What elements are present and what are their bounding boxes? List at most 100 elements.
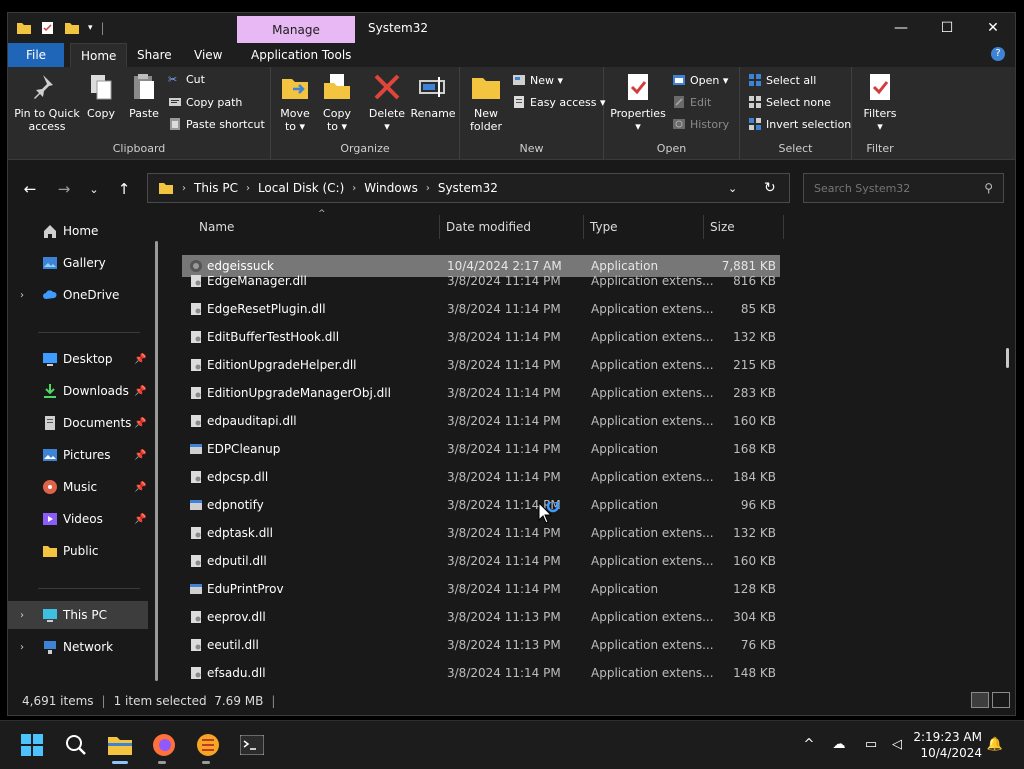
address-dropdown-icon[interactable]: ⌄ — [728, 182, 737, 195]
expand-chevron-icon[interactable]: › — [20, 610, 24, 621]
file-row[interactable]: EduPrintProv 3/8/2024 11:14 PM Application… — [182, 575, 780, 603]
file-row[interactable]: EditBufferTestHook.dll 3/8/2024 11:14 PM A… — [182, 323, 780, 351]
browser-icon[interactable] — [194, 731, 222, 759]
breadcrumb-windows[interactable]: Windows — [364, 181, 418, 195]
sidebar-item-network[interactable]: › Network — [8, 633, 148, 661]
move-to-button[interactable]: Move to ▾ — [277, 71, 313, 133]
sidebar-scrollbar[interactable] — [155, 241, 158, 681]
edit-button[interactable]: Edit — [672, 95, 711, 109]
column-header-date[interactable]: Date modified — [440, 215, 584, 239]
tab-view[interactable]: View — [184, 43, 232, 67]
sidebar-item-gallery[interactable]: Gallery — [8, 249, 148, 277]
properties-icon[interactable] — [40, 21, 56, 35]
minimize-button[interactable]: — — [878, 13, 924, 43]
file-row[interactable]: EDPCleanup 3/8/2024 11:14 PM Application 16… — [182, 435, 780, 463]
paste-shortcut-button[interactable]: Paste shortcut — [168, 117, 265, 131]
file-row[interactable]: edptask.dll 3/8/2024 11:14 PM Application … — [182, 519, 780, 547]
easy-access-button[interactable]: Easy access ▾ — [512, 95, 606, 109]
help-icon[interactable]: ? — [991, 47, 1005, 61]
file-row[interactable]: eeutil.dll 3/8/2024 11:13 PM Application e… — [182, 631, 780, 659]
maximize-button[interactable]: ☐ — [924, 13, 970, 43]
terminal-icon[interactable] — [238, 731, 266, 759]
sidebar-item-desktop[interactable]: Desktop 📌 — [8, 345, 148, 373]
search-input[interactable] — [812, 180, 976, 196]
onedrive-icon[interactable]: ☁ — [830, 735, 848, 753]
large-icons-view-button[interactable] — [992, 692, 1010, 708]
file-row[interactable]: edpcsp.dll 3/8/2024 11:14 PM Application e… — [182, 463, 780, 491]
pin-to-quick-access-button[interactable]: Pin to Quick access — [14, 71, 80, 133]
breadcrumb-local-disk[interactable]: Local Disk (C:) — [258, 181, 344, 195]
folder-icon[interactable] — [16, 21, 32, 35]
file-row[interactable]: EdgeResetPlugin.dll 3/8/2024 11:14 PM Appl… — [182, 295, 780, 323]
copy-to-button[interactable]: Copy to ▾ — [319, 71, 355, 133]
sidebar-item-this-pc[interactable]: › This PC — [8, 601, 148, 629]
file-row[interactable]: edpnotify 3/8/2024 11:14 PM Application 96 … — [182, 491, 780, 519]
file-row[interactable]: edpauditapi.dll 3/8/2024 11:14 PM Applicat… — [182, 407, 780, 435]
breadcrumb-system32[interactable]: System32 — [438, 181, 498, 195]
sidebar-item-home[interactable]: Home — [8, 217, 148, 245]
sidebar-item-downloads[interactable]: Downloads 📌 — [8, 377, 148, 405]
forward-button[interactable]: → — [54, 179, 74, 199]
file-row[interactable]: efsadu.dll 3/8/2024 11:14 PM Application e… — [182, 659, 780, 687]
notification-bell-icon[interactable]: 🔔 — [986, 735, 1004, 753]
taskbar-clock[interactable]: 2:19:23 AM 10/4/2024 — [913, 729, 982, 761]
tab-file[interactable]: File — [8, 43, 64, 67]
copy-button[interactable]: Copy — [84, 71, 118, 120]
details-view-button[interactable] — [971, 692, 989, 708]
file-row[interactable]: EditionUpgradeHelper.dll 3/8/2024 11:14 P… — [182, 351, 780, 379]
column-header-name[interactable]: Name — [182, 215, 440, 239]
search-icon[interactable]: ⚲ — [984, 181, 993, 195]
firefox-icon[interactable] — [150, 731, 178, 759]
sidebar-item-onedrive[interactable]: › OneDrive — [8, 281, 148, 309]
select-all-button[interactable]: Select all — [748, 73, 816, 87]
start-icon[interactable] — [18, 731, 46, 759]
network-status-icon[interactable]: ▭ — [862, 735, 880, 753]
recent-locations-button[interactable]: ⌄ — [84, 179, 104, 199]
search-icon[interactable] — [62, 731, 90, 759]
up-button[interactable]: ↑ — [114, 179, 134, 199]
history-button[interactable]: History — [672, 117, 729, 131]
cut-button[interactable]: ✂ Cut — [168, 73, 205, 86]
volume-icon[interactable]: ◁ — [888, 735, 906, 753]
open-button[interactable]: Open ▾ — [672, 73, 728, 87]
sidebar-item-music[interactable]: Music 📌 — [8, 473, 148, 501]
new-item-button[interactable]: New ▾ — [512, 73, 563, 87]
back-button[interactable]: ← — [20, 179, 40, 199]
file-row[interactable]: EdgeManager.dll 3/8/2024 11:14 PM Applicat… — [182, 267, 780, 295]
sidebar-item-pictures[interactable]: Pictures 📌 — [8, 441, 148, 469]
new-folder-button[interactable]: New folder — [466, 71, 506, 133]
rename-button[interactable]: Rename — [410, 71, 456, 120]
breadcrumb-separator: › — [245, 182, 250, 194]
tab-application-tools[interactable]: Application Tools — [241, 43, 361, 67]
paste-button[interactable]: Paste — [126, 71, 162, 120]
delete-button[interactable]: Delete ▾ — [369, 71, 405, 133]
close-button[interactable]: ✕ — [970, 13, 1015, 43]
manage-tab[interactable]: Manage — [237, 16, 355, 43]
qat-dropdown-icon[interactable]: ▾ — [88, 23, 93, 33]
properties-button[interactable]: Properties ▾ — [610, 71, 666, 133]
column-header-type[interactable]: Type — [584, 215, 704, 239]
show-hidden-icons-icon[interactable]: ^ — [800, 735, 818, 753]
invert-selection-button[interactable]: Invert selection — [748, 117, 851, 131]
new-folder-icon[interactable] — [64, 21, 80, 35]
sidebar-item-public[interactable]: Public — [8, 537, 148, 565]
select-none-button[interactable]: Select none — [748, 95, 831, 109]
sidebar-item-videos[interactable]: Videos 📌 — [8, 505, 148, 533]
breadcrumb-this-pc[interactable]: This PC — [194, 181, 238, 195]
refresh-icon[interactable]: ↻ — [764, 180, 776, 196]
file-row[interactable]: edputil.dll 3/8/2024 11:14 PM Application … — [182, 547, 780, 575]
file-row[interactable]: EditionUpgradeManagerObj.dll 3/8/2024 11:… — [182, 379, 780, 407]
file-list-scrollbar[interactable] — [1006, 348, 1009, 368]
expand-chevron-icon[interactable]: › — [20, 290, 24, 301]
expand-chevron-icon[interactable]: › — [20, 642, 24, 653]
file-explorer-icon[interactable] — [106, 731, 134, 759]
tab-share[interactable]: Share — [127, 43, 182, 67]
copy-path-button[interactable]: Copy path — [168, 95, 242, 109]
address-bar[interactable]: › This PC › Local Disk (C:) › Windows › … — [147, 173, 790, 203]
tab-home[interactable]: Home — [70, 43, 128, 68]
sidebar-item-documents[interactable]: Documents 📌 — [8, 409, 148, 437]
file-row[interactable]: eeprov.dll 3/8/2024 11:13 PM Application e… — [182, 603, 780, 631]
search-box[interactable]: ⚲ — [803, 173, 1004, 203]
filters-button[interactable]: Filters ▾ — [860, 71, 900, 133]
column-header-size[interactable]: Size — [704, 215, 784, 239]
